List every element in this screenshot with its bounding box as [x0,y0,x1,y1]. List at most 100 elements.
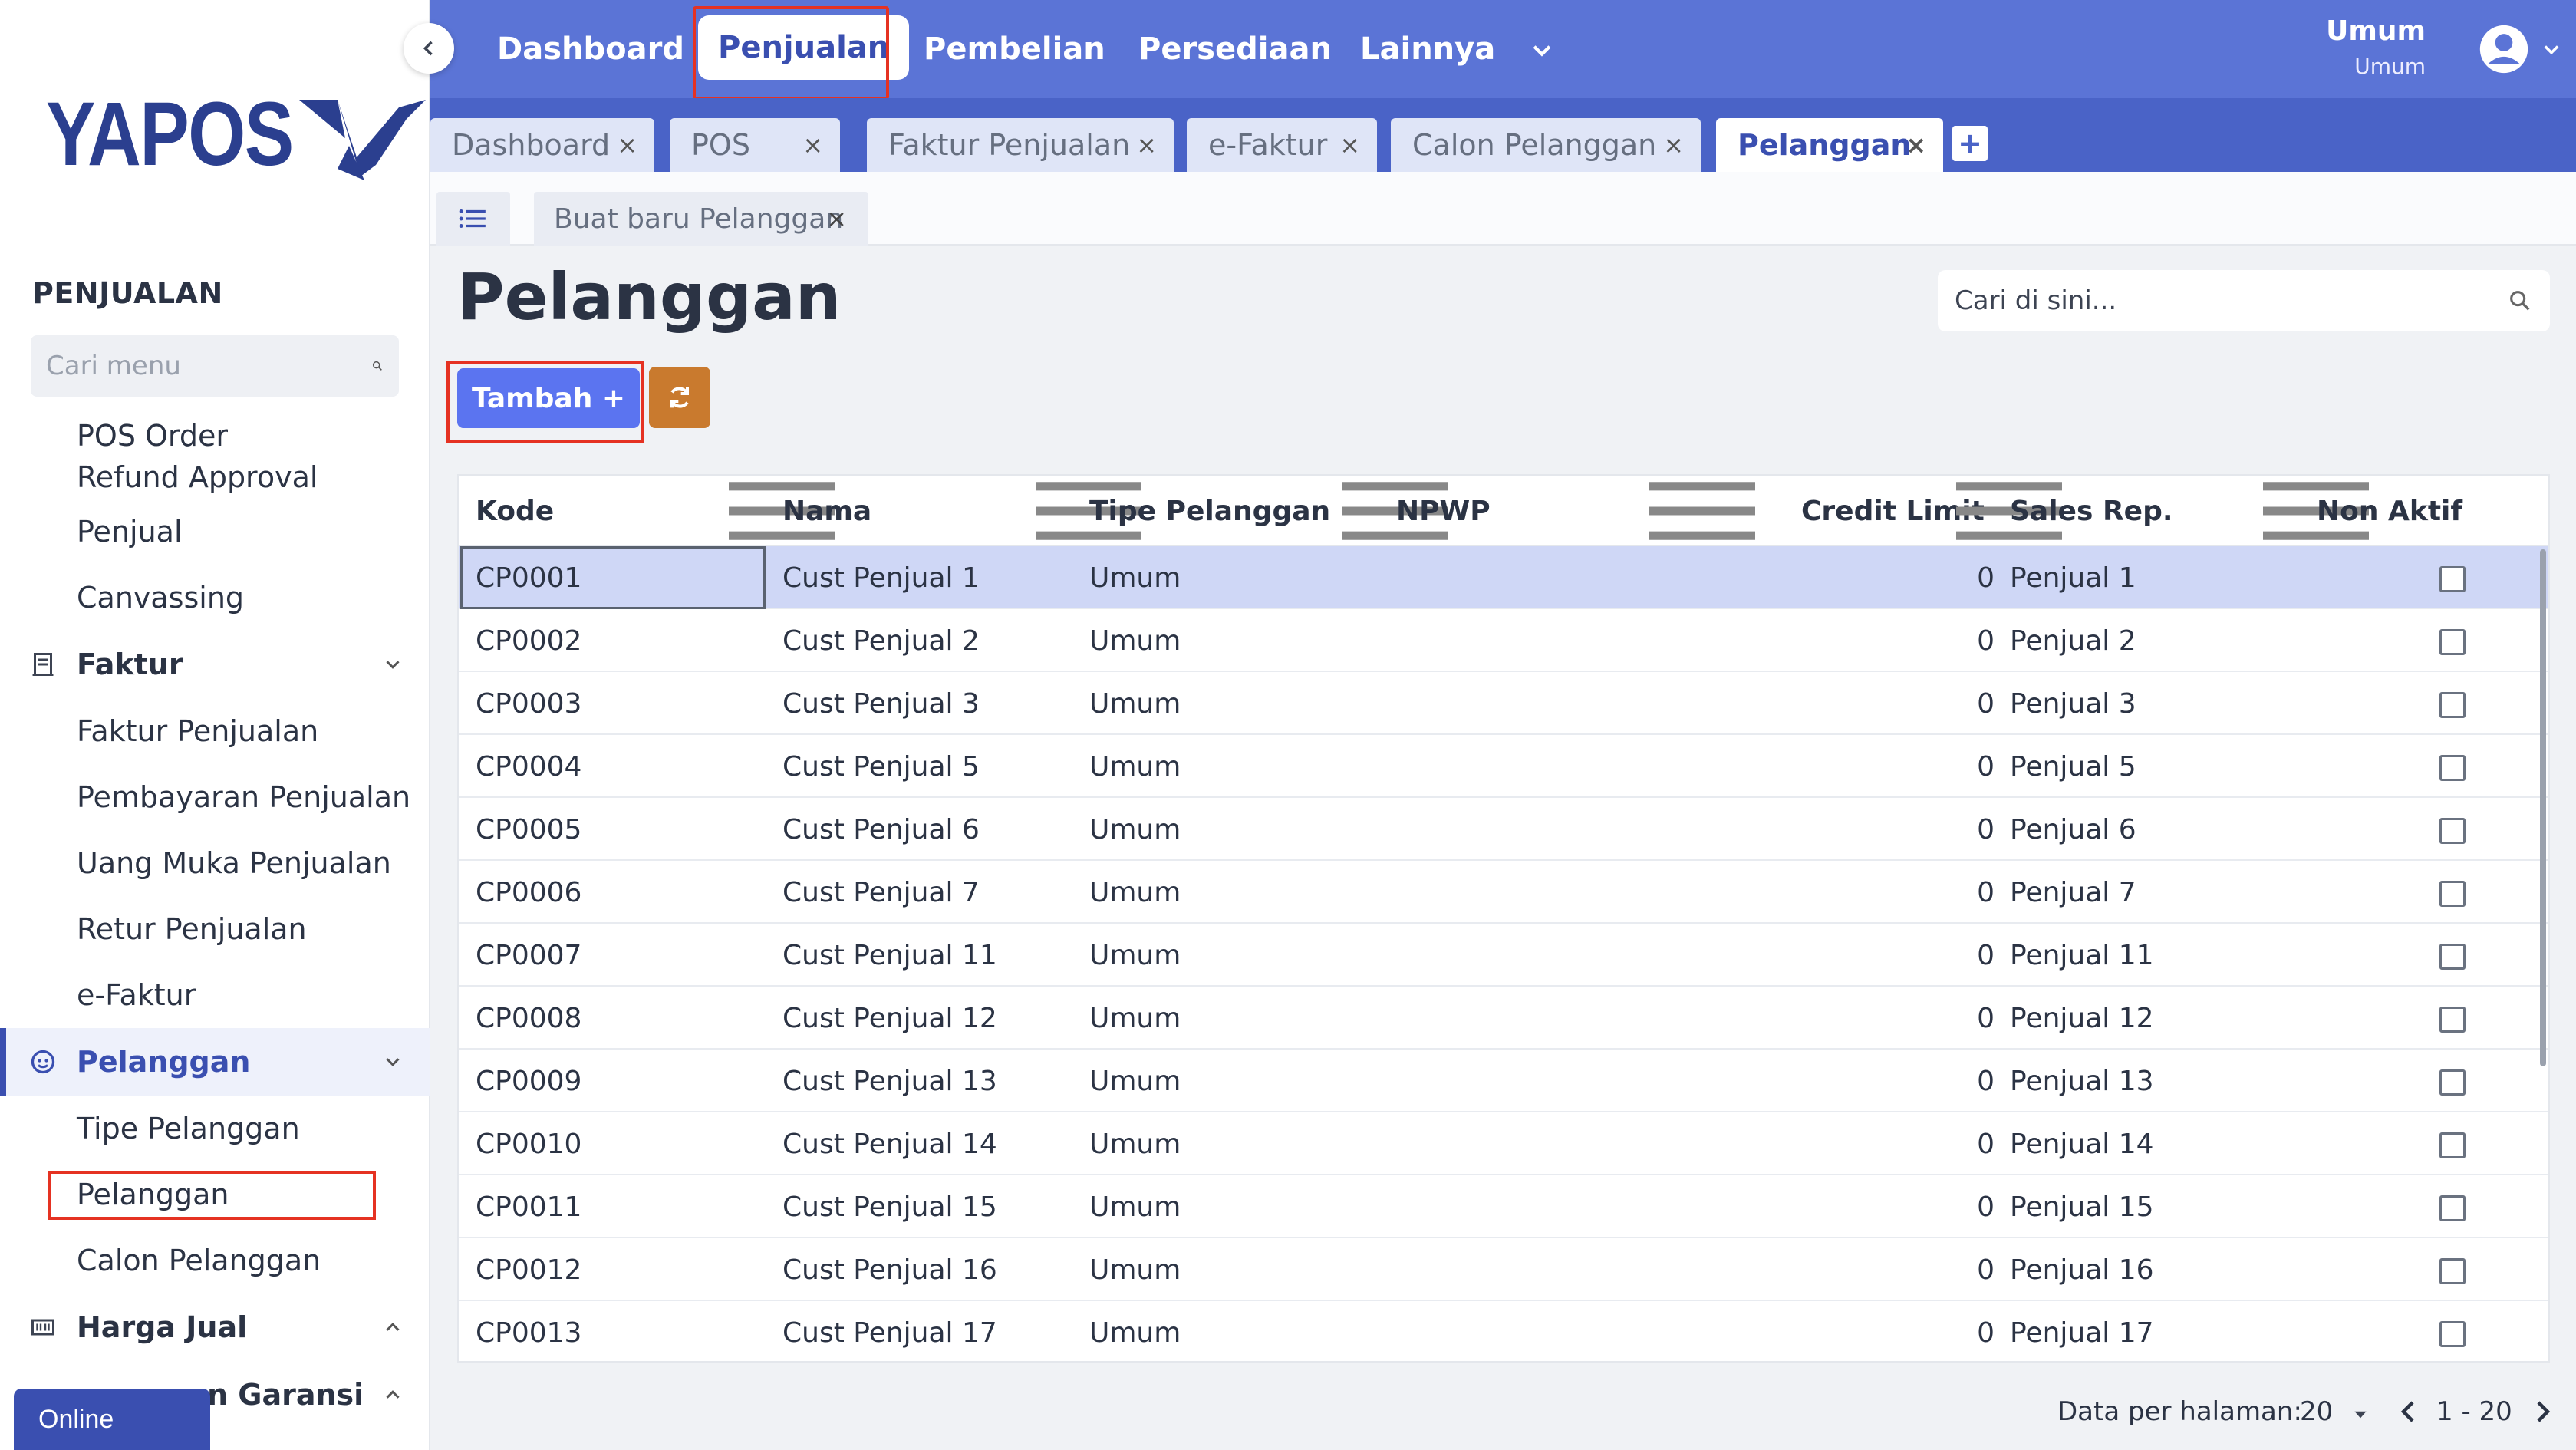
menu-search[interactable] [31,335,399,397]
cell-kode[interactable]: CP0010 [476,1112,581,1175]
sidebar-item-faktur-penjualan[interactable]: Faktur Penjualan [0,698,430,764]
cell-nama[interactable]: Cust Penjual 3 [782,672,980,735]
cell-kode[interactable]: CP0013 [476,1301,581,1361]
table-row[interactable]: CP0006 Cust Penjual 7 Umum 0 Penjual 7 [459,861,2548,924]
cell-kode[interactable]: CP0002 [476,609,581,672]
nav-pembelian[interactable]: Pembelian [924,0,1105,98]
cell-kode[interactable]: CP0003 [476,672,581,735]
close-icon[interactable]: × [1906,130,1926,160]
sidebar-group-faktur[interactable]: Faktur [0,631,430,698]
cell-tipe[interactable]: Umum [1089,987,1181,1050]
close-icon[interactable]: × [1136,130,1157,160]
cell-nama[interactable]: Cust Penjual 6 [782,798,980,861]
cell-sales-rep[interactable]: Penjual 15 [2010,1175,2154,1238]
cell-nama[interactable]: Cust Penjual 14 [782,1112,997,1175]
close-icon[interactable]: × [1663,130,1684,160]
non-aktif-checkbox[interactable] [2439,944,2466,970]
cell-kode[interactable]: CP0001 [476,546,581,609]
cell-nama[interactable]: Cust Penjual 11 [782,924,997,987]
cell-tipe[interactable]: Umum [1089,1238,1181,1301]
column-header-sales-rep[interactable]: Sales Rep. [2010,476,2173,546]
menu-search-input[interactable] [46,351,371,381]
cell-kode[interactable]: CP0007 [476,924,581,987]
cell-sales-rep[interactable]: Penjual 17 [2010,1301,2154,1361]
tab-e-faktur[interactable]: e-Faktur × [1187,118,1377,172]
cell-tipe[interactable]: Umum [1089,672,1181,735]
table-row[interactable]: CP0010 Cust Penjual 14 Umum 0 Penjual 14 [459,1112,2548,1175]
cell-tipe[interactable]: Umum [1089,924,1181,987]
sidebar-item-calon-pelanggan[interactable]: Calon Pelanggan [0,1228,430,1293]
table-row[interactable]: CP0004 Cust Penjual 5 Umum 0 Penjual 5 [459,735,2548,798]
cell-tipe[interactable]: Umum [1089,1301,1181,1361]
tab-faktur-penjualan[interactable]: Faktur Penjualan × [867,118,1174,172]
cell-credit-limit[interactable]: 0 [1703,924,1995,987]
cell-sales-rep[interactable]: Penjual 3 [2010,672,2136,735]
cell-kode[interactable]: CP0005 [476,798,581,861]
column-header-non-aktif[interactable]: Non Aktif [2317,476,2462,546]
cell-nama[interactable]: Cust Penjual 15 [782,1175,997,1238]
nav-lainnya[interactable]: Lainnya [1360,0,1495,98]
column-header-kode[interactable]: Kode [476,476,554,546]
tab-dashboard[interactable]: Dashboard × [430,118,654,172]
tab-pos[interactable]: POS × [670,118,840,172]
cell-kode[interactable]: CP0009 [476,1050,581,1112]
cell-credit-limit[interactable]: 0 [1703,609,1995,672]
cell-tipe[interactable]: Umum [1089,798,1181,861]
cell-nama[interactable]: Cust Penjual 7 [782,861,980,924]
column-header-tipe-pelanggan[interactable]: Tipe Pelanggan [1089,476,1330,546]
cell-tipe[interactable]: Umum [1089,861,1181,924]
cell-sales-rep[interactable]: Penjual 6 [2010,798,2136,861]
table-row[interactable]: CP0008 Cust Penjual 12 Umum 0 Penjual 12 [459,987,2548,1050]
cell-kode[interactable]: CP0011 [476,1175,581,1238]
table-row[interactable]: CP0013 Cust Penjual 17 Umum 0 Penjual 17 [459,1301,2548,1361]
cell-sales-rep[interactable]: Penjual 14 [2010,1112,2154,1175]
cell-credit-limit[interactable]: 0 [1703,798,1995,861]
non-aktif-checkbox[interactable] [2439,566,2466,592]
cell-credit-limit[interactable]: 0 [1703,1301,1995,1361]
cell-nama[interactable]: Cust Penjual 16 [782,1238,997,1301]
tab-calon-pelanggan[interactable]: Calon Pelanggan × [1391,118,1701,172]
cell-credit-limit[interactable]: 0 [1703,1112,1995,1175]
cell-nama[interactable]: Cust Penjual 1 [782,546,980,609]
table-row[interactable]: CP0011 Cust Penjual 15 Umum 0 Penjual 15 [459,1175,2548,1238]
chevron-down-icon[interactable] [1529,37,1555,63]
cell-sales-rep[interactable]: Penjual 7 [2010,861,2136,924]
caret-down-icon[interactable] [2350,1404,2370,1424]
cell-credit-limit[interactable]: 0 [1703,861,1995,924]
tab-pelanggan[interactable]: Pelanggan × [1716,118,1943,172]
subtab-buat-baru-pelanggan[interactable]: Buat baru Pelanggan × [534,192,868,246]
table-row[interactable]: CP0001 Cust Penjual 1 Umum 0 Penjual 1 [459,546,2548,609]
table-row[interactable]: CP0007 Cust Penjual 11 Umum 0 Penjual 11 [459,924,2548,987]
sidebar-item-e-faktur[interactable]: e-Faktur [0,962,430,1028]
cell-credit-limit[interactable]: 0 [1703,735,1995,798]
cell-credit-limit[interactable]: 0 [1703,1175,1995,1238]
page-size-select[interactable]: 20 [2300,1396,2333,1427]
cell-sales-rep[interactable]: Penjual 1 [2010,546,2136,609]
sidebar-item-retur-penjualan[interactable]: Retur Penjualan [0,896,430,962]
close-icon[interactable]: × [1339,130,1360,160]
chevron-left-icon[interactable] [2396,1398,2420,1425]
table-row[interactable]: CP0005 Cust Penjual 6 Umum 0 Penjual 6 [459,798,2548,861]
search-input[interactable] [1955,285,2507,316]
chevron-down-icon[interactable] [2541,38,2562,60]
non-aktif-checkbox[interactable] [2439,818,2466,844]
cell-tipe[interactable]: Umum [1089,1112,1181,1175]
add-tab-button[interactable]: + [1952,126,1988,161]
sidebar-item-tipe-pelanggan[interactable]: Tipe Pelanggan [0,1096,430,1162]
sidebar-group-pelanggan[interactable]: Pelanggan [0,1028,430,1096]
cell-tipe[interactable]: Umum [1089,1175,1181,1238]
cell-sales-rep[interactable]: Penjual 13 [2010,1050,2154,1112]
non-aktif-checkbox[interactable] [2439,692,2466,718]
table-row[interactable]: CP0012 Cust Penjual 16 Umum 0 Penjual 16 [459,1238,2548,1301]
sidebar-item-pembayaran-penjualan[interactable]: Pembayaran Penjualan [0,764,430,830]
column-header-nama[interactable]: Nama [782,476,871,546]
column-menu-icon[interactable] [1649,476,1755,546]
non-aktif-checkbox[interactable] [2439,1132,2466,1158]
cell-tipe[interactable]: Umum [1089,546,1181,609]
non-aktif-checkbox[interactable] [2439,881,2466,907]
cell-kode[interactable]: CP0012 [476,1238,581,1301]
cell-tipe[interactable]: Umum [1089,609,1181,672]
sidebar-item-uang-muka-penjualan[interactable]: Uang Muka Penjualan [0,830,430,896]
non-aktif-checkbox[interactable] [2439,1258,2466,1284]
table-row[interactable]: CP0003 Cust Penjual 3 Umum 0 Penjual 3 [459,672,2548,735]
